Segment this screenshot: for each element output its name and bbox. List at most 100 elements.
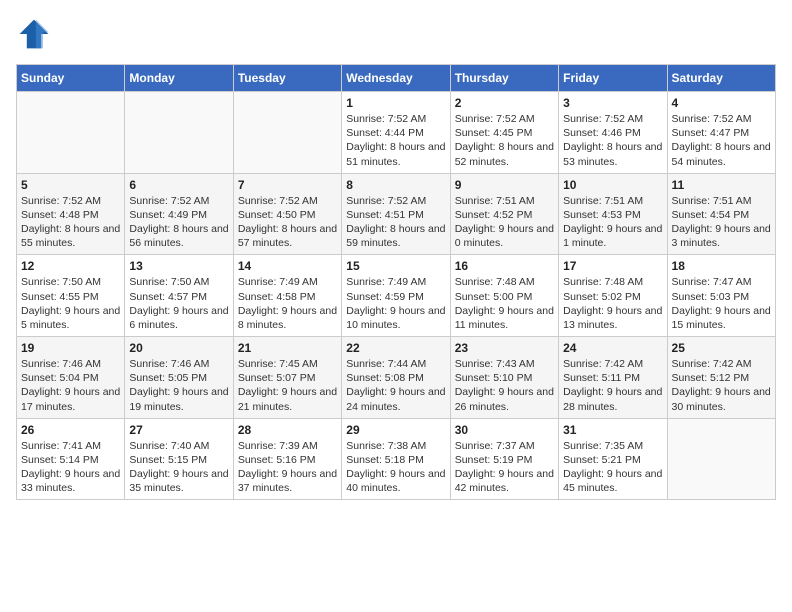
day-number: 7 — [238, 178, 337, 192]
day-header-friday: Friday — [559, 65, 667, 92]
day-number: 28 — [238, 423, 337, 437]
calendar-cell: 12 Sunrise: 7:50 AM Sunset: 4:55 PM Dayli… — [17, 255, 125, 337]
day-info: Sunrise: 7:39 AM Sunset: 5:16 PM Dayligh… — [238, 439, 337, 496]
day-number: 22 — [346, 341, 445, 355]
calendar-cell: 11 Sunrise: 7:51 AM Sunset: 4:54 PM Dayli… — [667, 173, 775, 255]
day-number: 5 — [21, 178, 120, 192]
day-info: Sunrise: 7:46 AM Sunset: 5:05 PM Dayligh… — [129, 357, 228, 414]
day-number: 31 — [563, 423, 662, 437]
day-header-row: SundayMondayTuesdayWednesdayThursdayFrid… — [17, 65, 776, 92]
day-info: Sunrise: 7:52 AM Sunset: 4:51 PM Dayligh… — [346, 194, 445, 251]
day-number: 10 — [563, 178, 662, 192]
day-number: 16 — [455, 259, 554, 273]
calendar-cell — [17, 92, 125, 174]
day-header-wednesday: Wednesday — [342, 65, 450, 92]
day-number: 6 — [129, 178, 228, 192]
calendar-cell: 2Sunrise: 7:52 AM Sunset: 4:45 PM Daylig… — [450, 92, 558, 174]
day-number: 8 — [346, 178, 445, 192]
calendar-cell: 8 Sunrise: 7:52 AM Sunset: 4:51 PM Daylig… — [342, 173, 450, 255]
day-info: Sunrise: 7:37 AM Sunset: 5:19 PM Dayligh… — [455, 439, 554, 496]
day-info: Sunrise: 7:47 AM Sunset: 5:03 PM Dayligh… — [672, 275, 771, 332]
calendar-cell: 13 Sunrise: 7:50 AM Sunset: 4:57 PM Dayli… — [125, 255, 233, 337]
calendar-cell: 23 Sunrise: 7:43 AM Sunset: 5:10 PM Dayli… — [450, 337, 558, 419]
day-number: 26 — [21, 423, 120, 437]
day-number: 1 — [346, 96, 445, 110]
calendar-cell — [233, 92, 341, 174]
day-info: Sunrise: 7:48 AM Sunset: 5:00 PM Dayligh… — [455, 275, 554, 332]
day-number: 29 — [346, 423, 445, 437]
day-info: Sunrise: 7:42 AM Sunset: 5:12 PM Dayligh… — [672, 357, 771, 414]
calendar-cell: 7Sunrise: 7:52 AM Sunset: 4:50 PM Daylig… — [233, 173, 341, 255]
day-number: 11 — [672, 178, 771, 192]
day-info: Sunrise: 7:51 AM Sunset: 4:53 PM Dayligh… — [563, 194, 662, 251]
calendar-week-2: 5 Sunrise: 7:52 AM Sunset: 4:48 PM Daylig… — [17, 173, 776, 255]
day-number: 2 — [455, 96, 554, 110]
day-info: Sunrise: 7:38 AM Sunset: 5:18 PM Dayligh… — [346, 439, 445, 496]
day-info: Sunrise: 7:50 AM Sunset: 4:55 PM Dayligh… — [21, 275, 120, 332]
day-number: 17 — [563, 259, 662, 273]
day-number: 4 — [672, 96, 771, 110]
calendar-cell: 10 Sunrise: 7:51 AM Sunset: 4:53 PM Dayli… — [559, 173, 667, 255]
day-number: 20 — [129, 341, 228, 355]
calendar-cell: 25 Sunrise: 7:42 AM Sunset: 5:12 PM Dayli… — [667, 337, 775, 419]
calendar-cell: 31 Sunrise: 7:35 AM Sunset: 5:21 PM Dayli… — [559, 418, 667, 500]
calendar-cell: 21 Sunrise: 7:45 AM Sunset: 5:07 PM Dayli… — [233, 337, 341, 419]
day-number: 27 — [129, 423, 228, 437]
calendar-cell: 9Sunrise: 7:51 AM Sunset: 4:52 PM Daylig… — [450, 173, 558, 255]
day-number: 15 — [346, 259, 445, 273]
calendar-cell: 29 Sunrise: 7:38 AM Sunset: 5:18 PM Dayli… — [342, 418, 450, 500]
calendar-cell: 24Sunrise: 7:42 AM Sunset: 5:11 PM Dayli… — [559, 337, 667, 419]
day-number: 19 — [21, 341, 120, 355]
day-info: Sunrise: 7:45 AM Sunset: 5:07 PM Dayligh… — [238, 357, 337, 414]
day-number: 23 — [455, 341, 554, 355]
calendar-cell: 4Sunrise: 7:52 AM Sunset: 4:47 PM Daylig… — [667, 92, 775, 174]
day-info: Sunrise: 7:52 AM Sunset: 4:44 PM Dayligh… — [346, 112, 445, 169]
day-info: Sunrise: 7:51 AM Sunset: 4:54 PM Dayligh… — [672, 194, 771, 251]
calendar-week-4: 19Sunrise: 7:46 AM Sunset: 5:04 PM Dayli… — [17, 337, 776, 419]
day-number: 13 — [129, 259, 228, 273]
day-number: 18 — [672, 259, 771, 273]
calendar-cell: 5 Sunrise: 7:52 AM Sunset: 4:48 PM Daylig… — [17, 173, 125, 255]
day-info: Sunrise: 7:50 AM Sunset: 4:57 PM Dayligh… — [129, 275, 228, 332]
day-number: 21 — [238, 341, 337, 355]
calendar-cell: 22 Sunrise: 7:44 AM Sunset: 5:08 PM Dayli… — [342, 337, 450, 419]
day-info: Sunrise: 7:49 AM Sunset: 4:59 PM Dayligh… — [346, 275, 445, 332]
calendar-week-3: 12 Sunrise: 7:50 AM Sunset: 4:55 PM Dayli… — [17, 255, 776, 337]
day-info: Sunrise: 7:40 AM Sunset: 5:15 PM Dayligh… — [129, 439, 228, 496]
calendar-cell — [125, 92, 233, 174]
day-info: Sunrise: 7:52 AM Sunset: 4:48 PM Dayligh… — [21, 194, 120, 251]
day-info: Sunrise: 7:44 AM Sunset: 5:08 PM Dayligh… — [346, 357, 445, 414]
calendar-table: SundayMondayTuesdayWednesdayThursdayFrid… — [16, 64, 776, 500]
day-info: Sunrise: 7:43 AM Sunset: 5:10 PM Dayligh… — [455, 357, 554, 414]
day-info: Sunrise: 7:35 AM Sunset: 5:21 PM Dayligh… — [563, 439, 662, 496]
day-header-sunday: Sunday — [17, 65, 125, 92]
day-number: 9 — [455, 178, 554, 192]
day-number: 12 — [21, 259, 120, 273]
calendar-week-1: 1 Sunrise: 7:52 AM Sunset: 4:44 PM Daylig… — [17, 92, 776, 174]
day-info: Sunrise: 7:49 AM Sunset: 4:58 PM Dayligh… — [238, 275, 337, 332]
calendar-cell: 14 Sunrise: 7:49 AM Sunset: 4:58 PM Dayli… — [233, 255, 341, 337]
day-number: 30 — [455, 423, 554, 437]
logo-icon — [16, 16, 52, 52]
calendar-cell: 6Sunrise: 7:52 AM Sunset: 4:49 PM Daylig… — [125, 173, 233, 255]
calendar-cell: 27 Sunrise: 7:40 AM Sunset: 5:15 PM Dayli… — [125, 418, 233, 500]
day-info: Sunrise: 7:42 AM Sunset: 5:11 PM Dayligh… — [563, 357, 662, 414]
calendar-cell — [667, 418, 775, 500]
calendar-cell: 17Sunrise: 7:48 AM Sunset: 5:02 PM Dayli… — [559, 255, 667, 337]
calendar-cell: 26 Sunrise: 7:41 AM Sunset: 5:14 PM Dayli… — [17, 418, 125, 500]
calendar-week-5: 26 Sunrise: 7:41 AM Sunset: 5:14 PM Dayli… — [17, 418, 776, 500]
day-number: 14 — [238, 259, 337, 273]
day-info: Sunrise: 7:41 AM Sunset: 5:14 PM Dayligh… — [21, 439, 120, 496]
day-info: Sunrise: 7:52 AM Sunset: 4:46 PM Dayligh… — [563, 112, 662, 169]
calendar-cell: 16 Sunrise: 7:48 AM Sunset: 5:00 PM Dayli… — [450, 255, 558, 337]
logo — [16, 16, 56, 52]
calendar-cell: 28 Sunrise: 7:39 AM Sunset: 5:16 PM Dayli… — [233, 418, 341, 500]
day-number: 3 — [563, 96, 662, 110]
calendar-cell: 15 Sunrise: 7:49 AM Sunset: 4:59 PM Dayli… — [342, 255, 450, 337]
day-header-tuesday: Tuesday — [233, 65, 341, 92]
calendar-cell: 1 Sunrise: 7:52 AM Sunset: 4:44 PM Daylig… — [342, 92, 450, 174]
calendar-cell: 18 Sunrise: 7:47 AM Sunset: 5:03 PM Dayli… — [667, 255, 775, 337]
calendar-cell: 3 Sunrise: 7:52 AM Sunset: 4:46 PM Daylig… — [559, 92, 667, 174]
day-number: 25 — [672, 341, 771, 355]
calendar-cell: 19Sunrise: 7:46 AM Sunset: 5:04 PM Dayli… — [17, 337, 125, 419]
